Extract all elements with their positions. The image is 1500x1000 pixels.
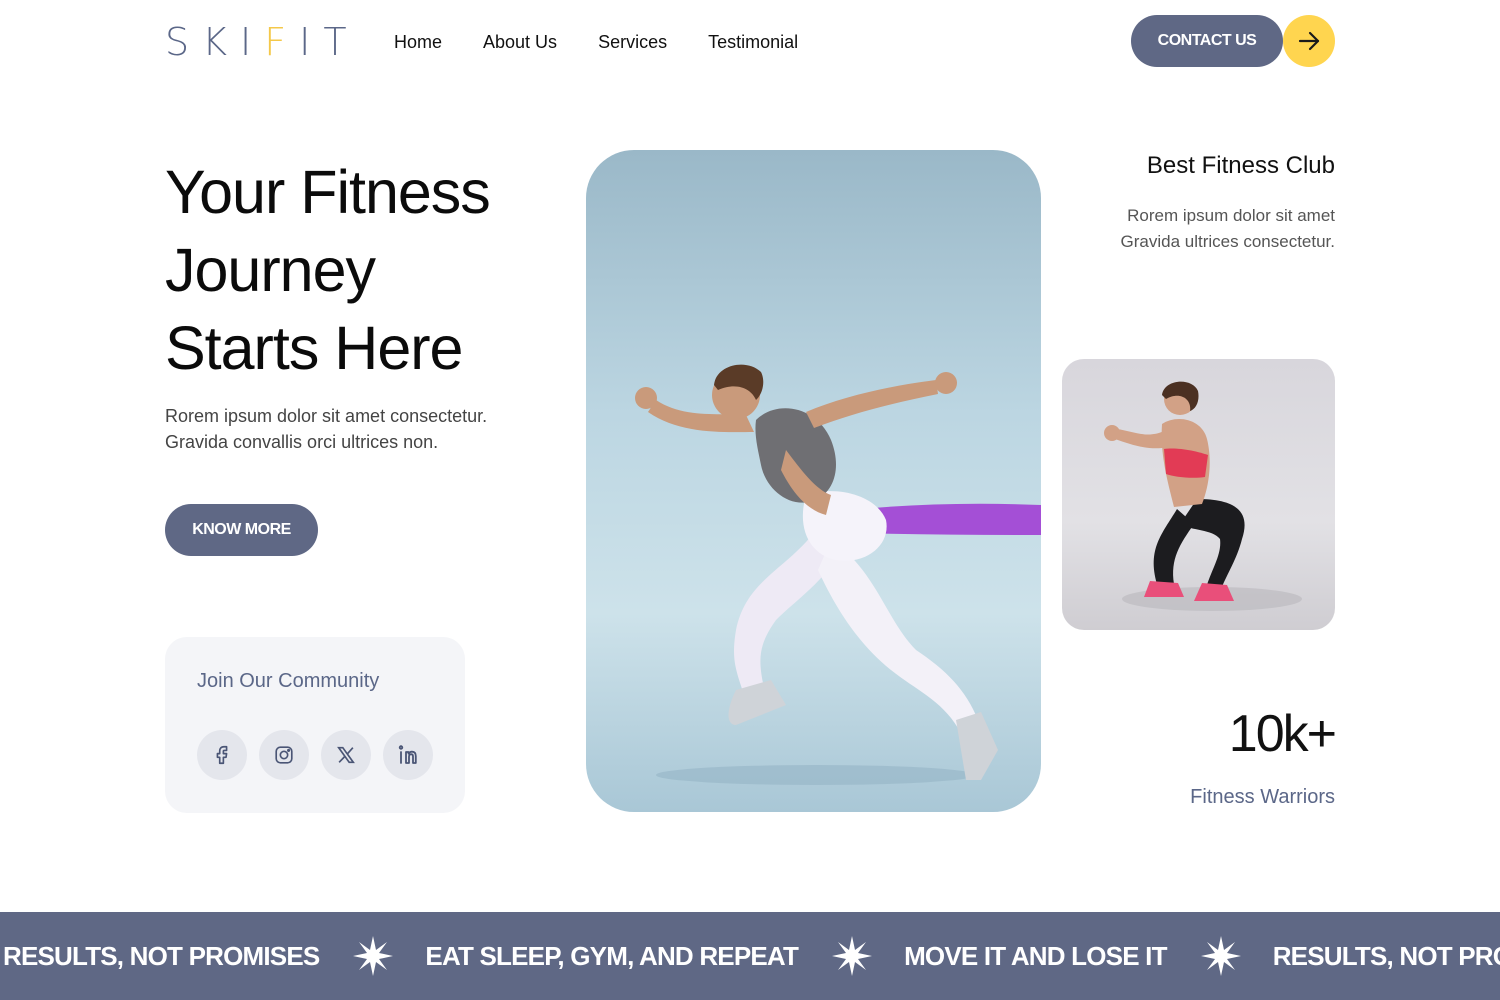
marquee-track: RESULTS, NOT PROMISES EAT SLEEP, GYM, AN…	[3, 912, 1500, 1000]
linkedin-link[interactable]	[383, 730, 433, 780]
x-link[interactable]	[321, 730, 371, 780]
marquee-item: RESULTS, NOT PROMISES	[3, 940, 320, 971]
squat-athlete-photo	[1062, 359, 1335, 630]
facebook-link[interactable]	[197, 730, 247, 780]
hero-description-line: Rorem ipsum dolor sit amet consectetur.	[165, 406, 488, 426]
stat-value: 10k+	[1228, 705, 1337, 763]
hero-description: Rorem ipsum dolor sit amet consectetur. …	[165, 403, 545, 455]
community-card: Join Our Community	[165, 637, 465, 813]
social-links	[197, 730, 433, 780]
instagram-link[interactable]	[259, 730, 309, 780]
contact-us-button[interactable]: CONTACT US	[1131, 15, 1283, 67]
marquee-item: MOVE IT AND LOSE IT	[904, 940, 1167, 971]
nav-home[interactable]: Home	[394, 30, 442, 54]
marquee-item: RESULTS, NOT PROMISES	[1272, 940, 1500, 971]
club-description-line: Rorem ipsum dolor sit amet	[1127, 206, 1335, 225]
logo-text-right: IT	[299, 20, 360, 64]
facebook-icon	[216, 745, 228, 765]
know-more-button[interactable]: KNOW MORE	[165, 504, 318, 556]
logo[interactable]: SKIFIT	[165, 22, 360, 62]
x-icon	[337, 746, 355, 764]
arrow-right-icon	[1298, 31, 1320, 51]
logo-text-accent: F	[264, 20, 300, 64]
hero-title-line: Starts Here	[165, 314, 464, 382]
club-description: Rorem ipsum dolor sit amet Gravida ultri…	[1121, 203, 1335, 255]
contact-arrow-button[interactable]	[1283, 15, 1335, 67]
nav-services[interactable]: Services	[598, 30, 667, 54]
hero-title-line: Journey	[165, 236, 376, 304]
nav-about-us[interactable]: About Us	[483, 30, 557, 54]
hero-description-line: Gravida convallis orci ultrices non.	[165, 432, 439, 452]
hero-title: Your Fitness Journey Starts Here	[165, 153, 565, 387]
nav-testimonial[interactable]: Testimonial	[708, 30, 798, 54]
linkedin-icon	[398, 745, 417, 764]
star-burst-icon	[1200, 936, 1241, 976]
landing-page: SKIFIT Home About Us Services Testimonia…	[0, 0, 1500, 1000]
slogan-marquee: RESULTS, NOT PROMISES EAT SLEEP, GYM, AN…	[0, 912, 1500, 1000]
stat-label: Fitness Warriors	[1190, 786, 1335, 808]
star-burst-icon	[353, 936, 394, 976]
marquee-item: EAT SLEEP, GYM, AND REPEAT	[425, 940, 799, 971]
instagram-icon	[275, 746, 293, 764]
hero-title-line: Your Fitness	[165, 158, 491, 226]
main-nav: Home About Us Services Testimonial	[394, 30, 798, 54]
athlete-running-illustration	[635, 364, 1041, 785]
logo-text-left: SKI	[165, 20, 265, 64]
club-description-line: Gravida ultrices consectetur.	[1120, 232, 1335, 251]
athlete-squat-illustration	[1104, 381, 1302, 611]
hero-athlete-photo	[586, 150, 1041, 812]
club-title: Best Fitness Club	[1146, 152, 1335, 179]
community-title: Join Our Community	[197, 670, 380, 692]
star-burst-icon	[832, 936, 873, 976]
